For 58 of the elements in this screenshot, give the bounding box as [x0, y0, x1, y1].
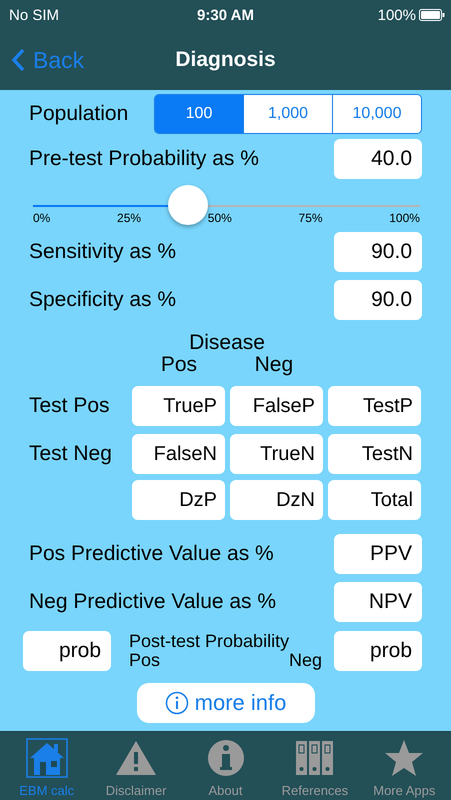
- column-label: Pos: [129, 650, 160, 670]
- field-label: Population: [29, 102, 128, 126]
- star-icon: [384, 739, 424, 777]
- table-cell: FalseP: [230, 386, 323, 426]
- tick-label: 25%: [117, 211, 142, 225]
- battery-text: 100%: [378, 6, 416, 24]
- binders-icon: [296, 741, 334, 775]
- field-label: Neg Predictive Value as %: [29, 590, 276, 614]
- house-icon: [26, 738, 68, 778]
- result-field: PPV: [334, 534, 422, 574]
- result-field: prob: [23, 630, 111, 670]
- tick-label: 50%: [208, 211, 232, 225]
- table-cell: FalseN: [132, 434, 225, 474]
- warning-icon: [115, 740, 158, 776]
- segment-option[interactable]: 10,000: [332, 95, 421, 133]
- field-label: Pre-test Probability as %: [29, 147, 259, 171]
- result-field: prob: [334, 630, 422, 670]
- column-heading: Pos: [160, 354, 197, 376]
- table-cell: TrueN: [230, 434, 323, 474]
- table-cell: DzN: [230, 480, 323, 520]
- tick-label: 100%: [389, 211, 420, 225]
- row-label: Test Neg: [29, 442, 112, 465]
- table-cell: TestP: [328, 386, 421, 426]
- input-field[interactable]: 90.0: [334, 280, 422, 320]
- segment-option[interactable]: 100: [155, 95, 243, 133]
- field-label: Sensitivity as %: [29, 240, 176, 264]
- section-label: Post-test Probability: [129, 632, 290, 650]
- tab-item[interactable]: About: [180, 732, 270, 800]
- tick-label: 75%: [298, 211, 323, 225]
- info-icon: [206, 739, 245, 777]
- carrier-text: No SIM: [9, 6, 60, 24]
- tick-label: 0%: [33, 211, 50, 225]
- screen-title: Diagnosis: [174, 48, 277, 72]
- column-group-heading: Disease: [189, 332, 265, 354]
- input-field[interactable]: 90.0: [334, 232, 422, 272]
- time-text: 9:30 AM: [196, 6, 255, 24]
- table-cell: Total: [328, 480, 421, 520]
- tab-item[interactable]: Disclaimer: [91, 732, 181, 800]
- column-heading: Neg: [254, 354, 294, 376]
- back-button[interactable]: Back: [0, 40, 84, 80]
- row-label: Test Pos: [29, 394, 110, 417]
- chevron-left-icon: [11, 48, 25, 72]
- tab-item[interactable]: References: [270, 732, 360, 800]
- field-label: Specificity as %: [29, 288, 176, 312]
- more-info-button[interactable]: more info: [136, 683, 314, 723]
- tab-item[interactable]: EBM calc: [2, 732, 92, 800]
- slider-thumb[interactable]: [168, 185, 208, 225]
- segment-option[interactable]: 1,000: [243, 95, 332, 133]
- column-label: Neg: [288, 650, 322, 670]
- table-cell: TestN: [328, 434, 421, 474]
- battery-icon: [419, 9, 445, 21]
- table-cell: DzP: [132, 480, 225, 520]
- table-cell: TrueP: [132, 386, 225, 426]
- info-icon: [164, 691, 189, 715]
- result-field: NPV: [334, 582, 422, 622]
- field-label: Pos Predictive Value as %: [29, 542, 274, 566]
- tab-item[interactable]: More Apps: [360, 732, 450, 800]
- input-field[interactable]: 40.0: [334, 139, 422, 179]
